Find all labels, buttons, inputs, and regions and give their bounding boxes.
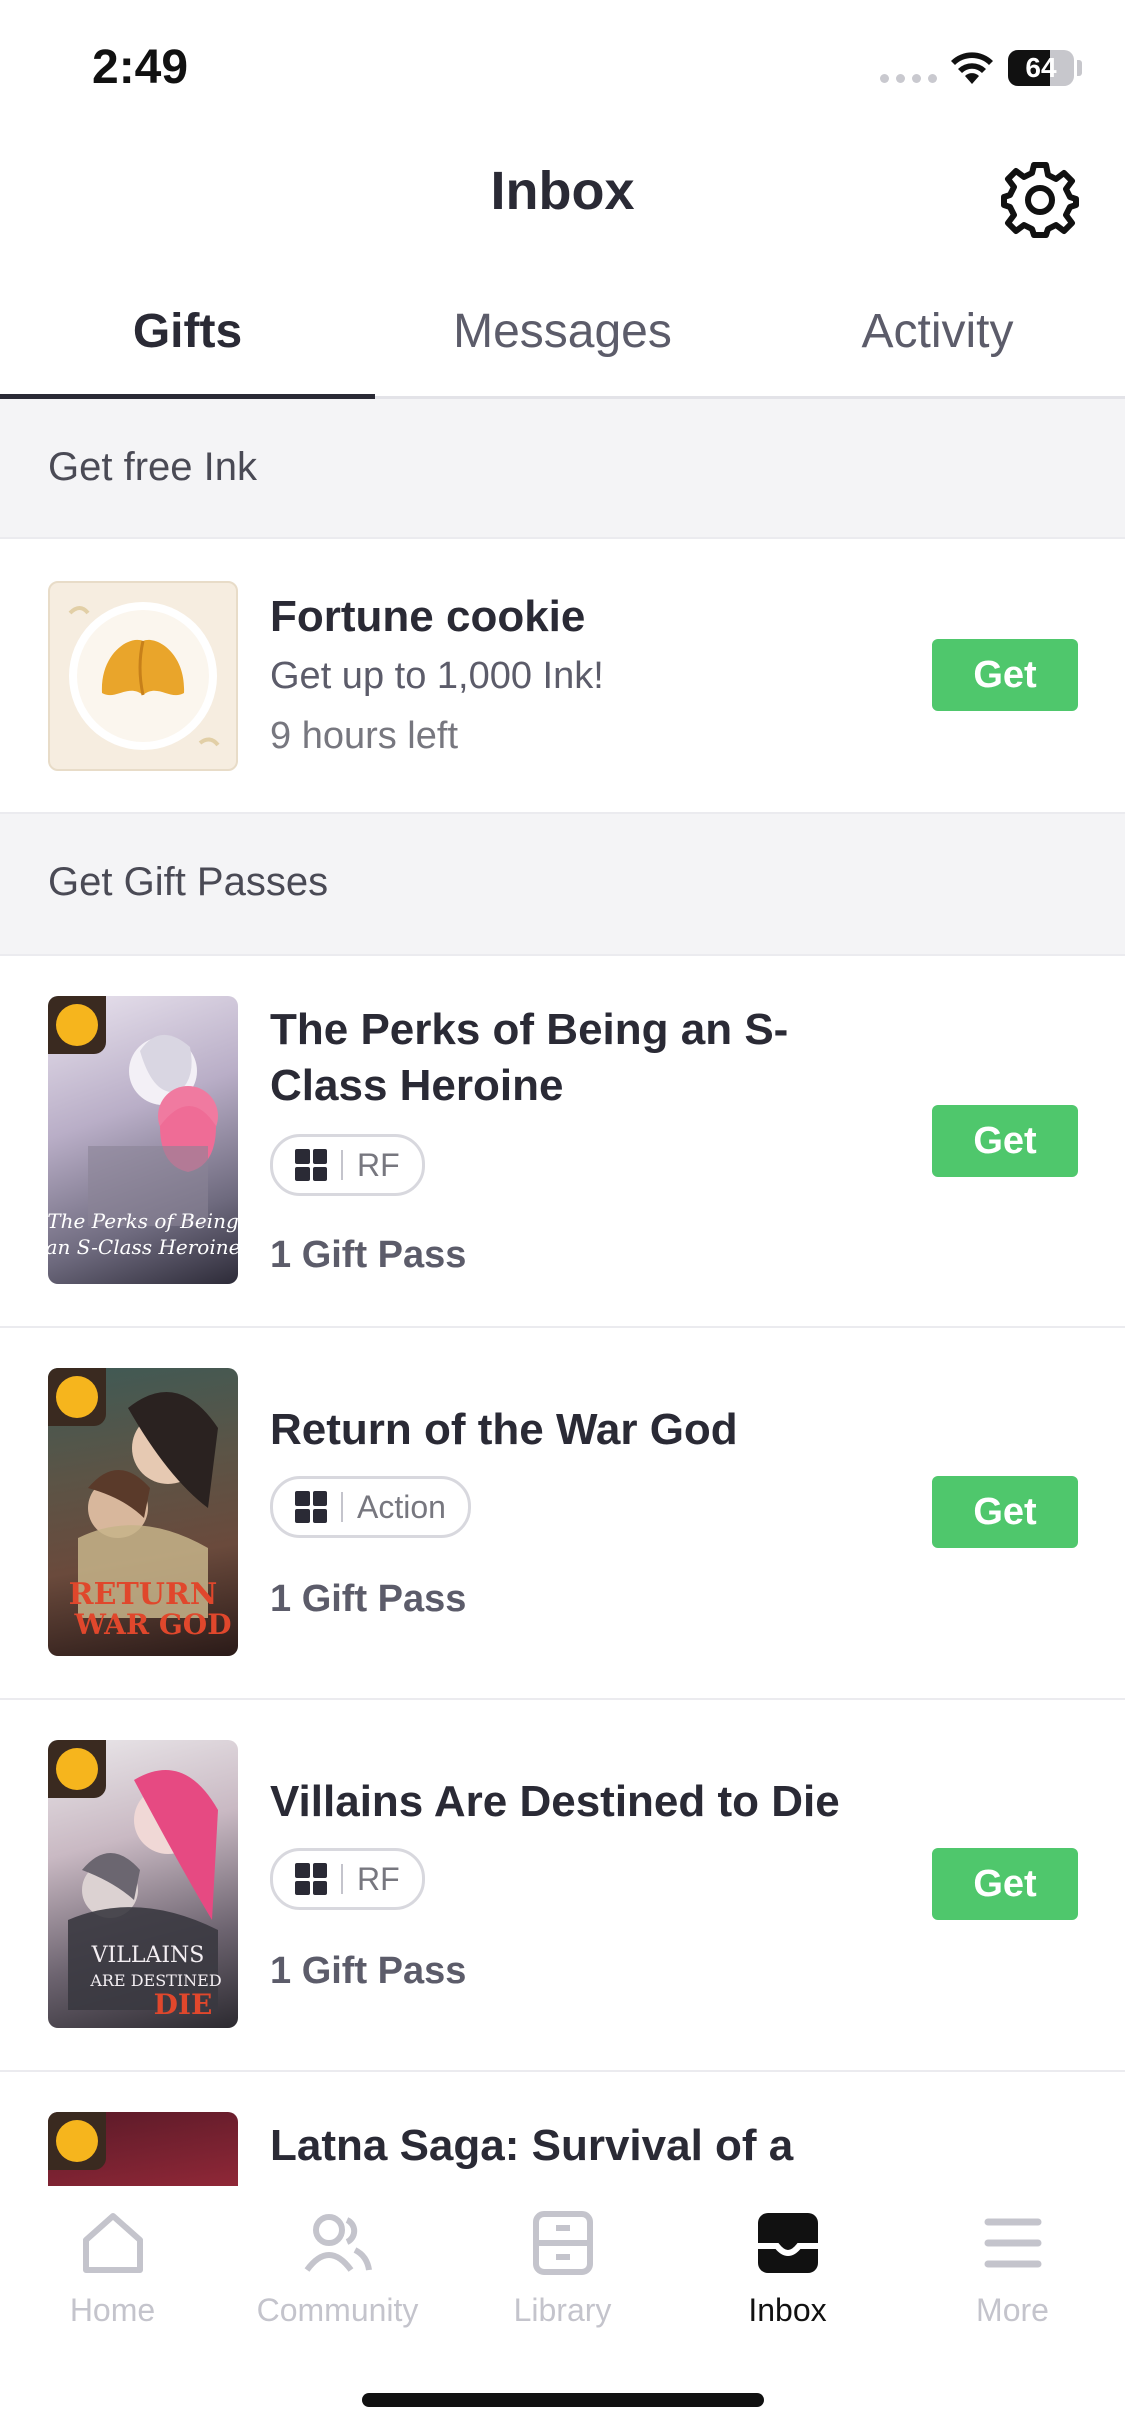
clock-badge-icon	[48, 2112, 106, 2170]
home-icon	[82, 2213, 143, 2273]
library-icon	[532, 2211, 593, 2275]
nav-community[interactable]: Community	[225, 2186, 450, 2346]
gift-item-row[interactable]: The Perks of Being an S-Class Heroine Th…	[0, 956, 1125, 1328]
menu-icon	[984, 2218, 1041, 2268]
clock-badge-icon	[48, 996, 106, 1054]
fortune-cookie-icon	[68, 602, 220, 750]
gift-pass-count: 1 Gift Pass	[270, 1578, 467, 1620]
clock-badge-icon	[48, 1368, 106, 1426]
nav-label: More	[976, 2292, 1049, 2328]
comic-cover	[48, 2112, 238, 2186]
grid-icon	[295, 1149, 327, 1181]
nav-home[interactable]: Home	[0, 2186, 225, 2346]
fortune-title: Fortune cookie	[270, 592, 586, 641]
gift-get-button[interactable]: Get	[932, 1848, 1078, 1920]
gift-title: Latna Saga: Survival of a	[270, 2121, 794, 2170]
section-title: Get free Ink	[48, 445, 257, 489]
inbox-icon	[757, 2213, 818, 2273]
genre-label: Action	[357, 1488, 446, 1525]
genre-label: RF	[357, 1860, 400, 1897]
fortune-time-left: 9 hours left	[270, 715, 458, 757]
gift-title: The Perks of Being an S-Class Heroine	[270, 1005, 789, 1110]
battery-tip	[1077, 60, 1082, 76]
home-indicator	[362, 2393, 764, 2407]
fortune-cookie-row[interactable]: Fortune cookie Get up to 1,000 Ink! 9 ho…	[0, 539, 1125, 814]
fortune-subtitle: Get up to 1,000 Ink!	[270, 655, 604, 697]
grid-icon	[295, 1863, 327, 1895]
nav-more[interactable]: More	[900, 2186, 1125, 2346]
nav-inbox[interactable]: Inbox	[675, 2186, 900, 2346]
section-header-gift-passes: Get Gift Passes	[0, 814, 1125, 956]
svg-text:DIE: DIE	[154, 1988, 213, 2021]
battery-level: 64	[1025, 52, 1057, 83]
svg-text:RETURN: RETURN	[69, 1577, 218, 1612]
cellular-signal-icon	[880, 74, 937, 83]
nav-label: Inbox	[748, 2292, 827, 2328]
svg-text:WAR GOD: WAR GOD	[74, 1608, 232, 1641]
gift-pass-count: 1 Gift Pass	[270, 1950, 467, 1992]
section-header-free-ink: Get free Ink	[0, 399, 1125, 539]
gift-item-row[interactable]: Latna Saga: Survival of a	[0, 2072, 1125, 2186]
page-title: Inbox	[490, 161, 635, 221]
svg-text:an S-Class Heroine: an S-Class Heroine	[48, 1235, 238, 1259]
gift-title: Return of the War God	[270, 1405, 738, 1454]
battery-icon: 64	[1008, 50, 1074, 86]
svg-text:VILLAINS: VILLAINS	[91, 1943, 205, 1968]
comic-cover: VILLAINS ARE DESTINED DIE	[48, 1740, 238, 2028]
gift-item-row[interactable]: RETURN WAR GOD Return of the War God Act…	[0, 1328, 1125, 1700]
nav-label: Library	[513, 2292, 612, 2328]
comic-cover: RETURN WAR GOD	[48, 1368, 238, 1656]
gift-get-button[interactable]: Get	[932, 1105, 1078, 1177]
tab-activity[interactable]: Activity	[750, 290, 1125, 396]
nav-library[interactable]: Library	[450, 2186, 675, 2346]
genre-badge: RF	[270, 1134, 425, 1196]
bottom-navigation: Home Community Library Inbox More	[0, 2186, 1125, 2346]
gift-title: Villains Are Destined to Die	[270, 1777, 840, 1826]
clock-badge-icon	[48, 1740, 106, 1798]
fortune-cookie-thumbnail	[48, 581, 238, 771]
svg-text:The Perks of Being: The Perks of Being	[48, 1209, 238, 1233]
gift-get-button[interactable]: Get	[932, 1476, 1078, 1548]
genre-label: RF	[357, 1146, 400, 1183]
settings-gear-icon[interactable]	[1000, 160, 1080, 240]
nav-label: Home	[69, 2292, 156, 2328]
status-time: 2:49	[92, 41, 189, 94]
genre-badge: RF	[270, 1848, 425, 1910]
comic-cover: The Perks of Being an S-Class Heroine	[48, 996, 238, 1284]
grid-icon	[295, 1491, 327, 1523]
gift-pass-count: 1 Gift Pass	[270, 1234, 467, 1276]
status-bar: 2:49 64	[0, 0, 1125, 130]
wifi-icon	[951, 52, 993, 84]
section-title: Get Gift Passes	[48, 860, 329, 904]
tab-gifts[interactable]: Gifts	[0, 290, 375, 399]
genre-badge: Action	[270, 1476, 471, 1538]
tab-messages[interactable]: Messages	[375, 290, 750, 396]
nav-label: Community	[256, 2292, 419, 2328]
inbox-tabs: Gifts Messages Activity	[0, 290, 1125, 399]
gift-item-row[interactable]: VILLAINS ARE DESTINED DIE Villains Are D…	[0, 1700, 1125, 2072]
fortune-get-button[interactable]: Get	[932, 639, 1078, 711]
community-icon	[304, 2214, 372, 2272]
